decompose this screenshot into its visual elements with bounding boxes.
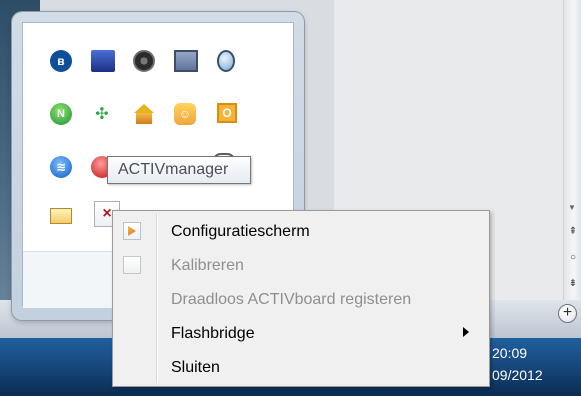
orange-app-icon[interactable]: O [217,103,237,123]
green-app-icon[interactable]: N [50,103,72,125]
submenu-arrow-icon [463,327,469,337]
taskbar-time[interactable]: 20:09 [492,344,527,362]
scroll-down-arrow-icon[interactable]: ▼ [563,202,581,214]
scroll-down-mini-icon[interactable]: ⇟ [566,278,580,290]
home-icon[interactable] [133,103,155,125]
monitor-icon[interactable] [91,50,115,72]
activmanager-tooltip: ACTIVmanager [107,156,251,184]
menu-item-configuratiescherm[interactable]: Configuratiescherm [115,215,487,249]
menu-item-draadloos-activboard-registeren: Draadloos ACTIVboard registeren [115,283,487,317]
bulb-icon[interactable] [217,50,235,72]
laptop-icon[interactable] [174,50,198,72]
speaker-icon[interactable] [133,50,155,72]
mail-icon[interactable] [50,208,72,224]
network-icon[interactable]: ✣ [91,103,113,125]
menu-item-kalibreren: Kalibreren [115,249,487,283]
kalibreren-icon [123,256,141,274]
menu-item-label: Flashbridge [171,325,255,342]
activmanager-context-menu: Configuratiescherm Kalibreren Draadloos … [112,210,490,387]
chat-icon[interactable]: ☺ [174,103,196,125]
bluetooth-icon[interactable]: ʙ [50,50,72,72]
configuratiescherm-icon [123,222,141,240]
menu-item-label: Sluiten [171,359,220,376]
menu-item-label: Configuratiescherm [171,223,310,240]
menu-item-flashbridge[interactable]: Flashbridge [115,317,487,351]
add-icon-button[interactable]: + [558,304,577,323]
taskbar-date[interactable]: 09/2012 [492,366,543,384]
menu-item-sluiten[interactable]: Sluiten [115,351,487,385]
menu-item-label: Draadloos ACTIVboard registeren [171,291,412,308]
scroll-up-mini-icon[interactable]: ⇞ [566,226,580,238]
menu-item-label: Kalibreren [171,257,244,274]
scroll-circle-mini-icon[interactable]: ○ [566,252,580,264]
blue-app-icon[interactable]: ≋ [50,156,72,178]
